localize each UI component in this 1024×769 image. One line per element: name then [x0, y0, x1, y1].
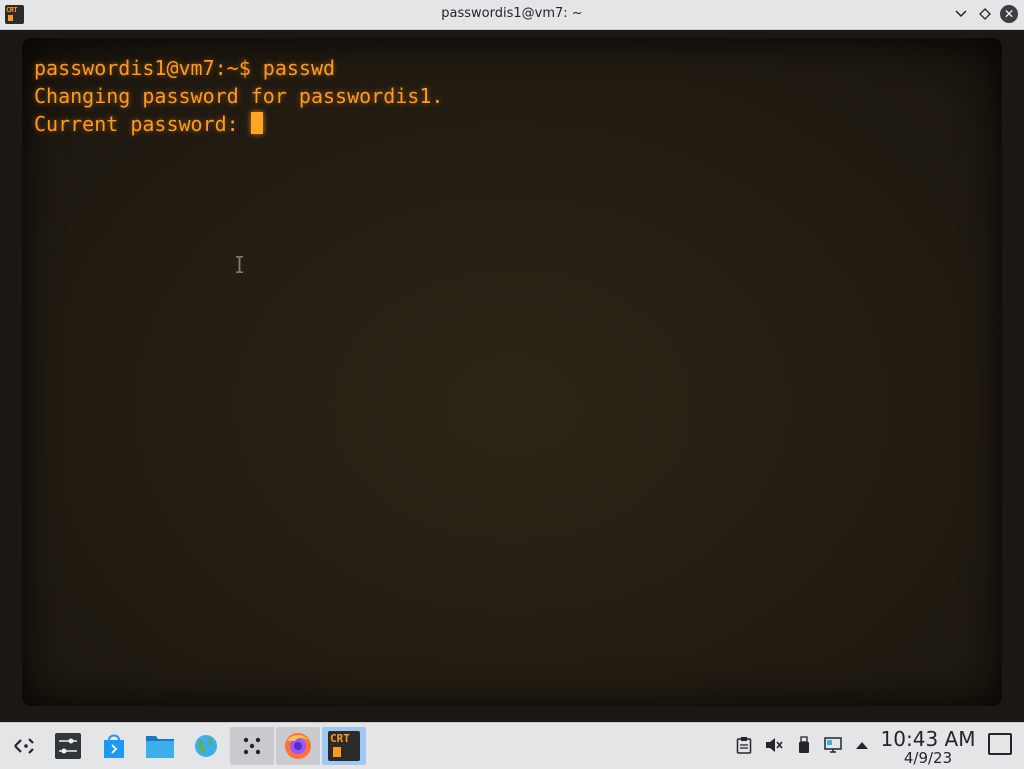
- globe-icon: [195, 735, 217, 757]
- folder-icon: [146, 736, 174, 758]
- task-dice-app[interactable]: [230, 727, 274, 765]
- close-icon: ✕: [1000, 5, 1018, 23]
- task-web-browser[interactable]: [184, 727, 228, 765]
- network-icon: [824, 737, 842, 753]
- volume-muted-icon: [766, 738, 783, 752]
- text-cursor: [250, 112, 263, 134]
- clock-date[interactable]: 4/9/23: [876, 749, 980, 767]
- firefox-icon: [285, 733, 311, 759]
- settings-sliders-icon: [55, 733, 81, 759]
- volume-tray-button[interactable]: [764, 735, 784, 755]
- terminal-output: passwordis1@vm7:~$ passwd Changing passw…: [34, 54, 443, 138]
- crt-terminal-icon: CRT: [328, 731, 360, 761]
- window-titlebar[interactable]: CRT passwordis1@vm7: ~ ✕: [0, 0, 1024, 30]
- maximize-button[interactable]: [976, 5, 994, 23]
- terminal-line-current-password: Current password:: [34, 112, 251, 136]
- clipboard-tray-button[interactable]: [734, 735, 754, 755]
- terminal-line-changing: Changing password for passwordis1.: [34, 84, 444, 108]
- application-launcher-button[interactable]: [2, 727, 46, 765]
- expand-tray-button[interactable]: [852, 735, 872, 755]
- window-title: passwordis1@vm7: ~: [441, 6, 583, 21]
- task-cool-retro-term[interactable]: CRT: [322, 727, 366, 765]
- chevron-down-icon: [955, 10, 967, 18]
- network-tray-button[interactable]: [824, 735, 844, 755]
- clipboard-icon: [736, 737, 752, 754]
- task-dolphin[interactable]: [138, 727, 182, 765]
- usb-device-tray-button[interactable]: [794, 735, 814, 755]
- discover-store-icon: [104, 734, 124, 758]
- minimize-button[interactable]: [952, 5, 970, 23]
- task-system-settings[interactable]: [46, 727, 90, 765]
- ibeam-cursor-icon: [236, 256, 243, 273]
- show-desktop-button[interactable]: [988, 733, 1012, 755]
- terminal-line-prompt: passwordis1@vm7:~$ passwd: [34, 56, 336, 80]
- crt-task-label: CRT: [330, 732, 350, 745]
- clock-time[interactable]: 10:43 AM: [876, 727, 980, 751]
- diamond-icon: [979, 8, 991, 20]
- terminal-screen[interactable]: passwordis1@vm7:~$ passwd Changing passw…: [22, 38, 1002, 706]
- application-launcher-icon: [14, 738, 34, 754]
- taskbar: CRT 10:43 AM 4/9/23: [0, 722, 1024, 769]
- task-discover[interactable]: [92, 727, 136, 765]
- close-button[interactable]: ✕: [1000, 5, 1018, 23]
- terminal-bezel: passwordis1@vm7:~$ passwd Changing passw…: [0, 30, 1024, 722]
- dice-icon: [243, 737, 261, 755]
- task-firefox[interactable]: [276, 727, 320, 765]
- usb-device-icon: [799, 736, 809, 753]
- expand-tray-icon: [856, 742, 868, 749]
